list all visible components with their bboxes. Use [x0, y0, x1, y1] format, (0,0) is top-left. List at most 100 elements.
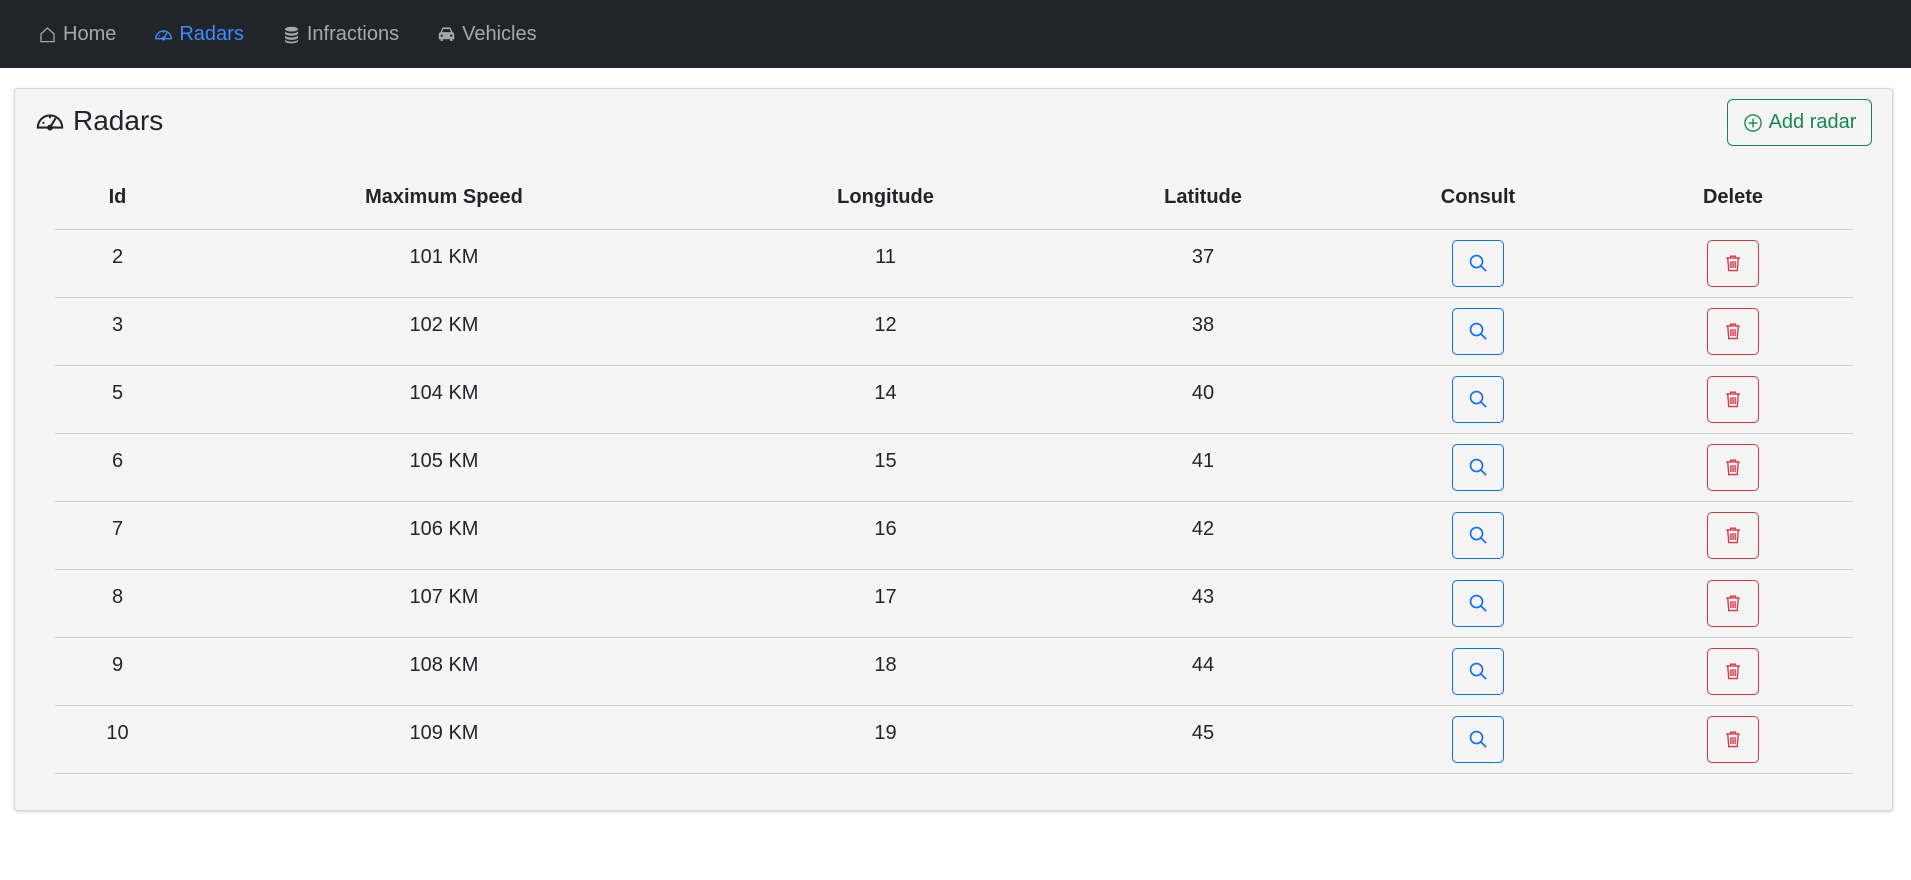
table-row: 3 102 KM 12 38: [55, 297, 1853, 366]
consult-button[interactable]: [1452, 511, 1504, 559]
cell-id: 5: [55, 365, 180, 434]
cell-latitude: 45: [1063, 705, 1343, 774]
consult-button[interactable]: [1452, 375, 1504, 423]
search-icon: [1468, 593, 1488, 613]
consult-button[interactable]: [1452, 715, 1504, 763]
cell-delete: [1613, 705, 1853, 774]
cell-id: 6: [55, 433, 180, 502]
cell-consult: [1343, 365, 1613, 434]
cell-latitude: 38: [1063, 297, 1343, 366]
cell-longitude: 17: [708, 569, 1063, 638]
cell-latitude: 43: [1063, 569, 1343, 638]
search-icon: [1468, 661, 1488, 681]
cell-delete: [1613, 433, 1853, 502]
cell-consult: [1343, 433, 1613, 502]
search-icon: [1468, 525, 1488, 545]
speedometer-icon: [154, 25, 173, 44]
table-header-row: Id Maximum Speed Longitude Latitude Cons…: [55, 167, 1853, 230]
column-header-id: Id: [55, 167, 180, 230]
cell-latitude: 41: [1063, 433, 1343, 502]
cell-latitude: 37: [1063, 229, 1343, 298]
nav-item-radars[interactable]: Radars: [154, 22, 244, 46]
speedometer-icon: [35, 106, 65, 136]
trash-icon: [1723, 593, 1743, 613]
column-header-latitude: Latitude: [1063, 167, 1343, 230]
column-header-maximum-speed: Maximum Speed: [180, 167, 708, 230]
cell-delete: [1613, 637, 1853, 706]
consult-button[interactable]: [1452, 239, 1504, 287]
page-title: Radars: [73, 105, 164, 136]
trash-icon: [1723, 661, 1743, 681]
trash-icon: [1723, 253, 1743, 273]
table-row: 10 109 KM 19 45: [55, 705, 1853, 774]
car-icon: [437, 25, 456, 44]
radars-card: Radars Add radar Id Maximum Speed Longit…: [14, 88, 1893, 811]
cell-maximum-speed: 104 KM: [180, 365, 708, 434]
card-header: Radars: [35, 105, 163, 137]
table-row: 7 106 KM 16 42: [55, 501, 1853, 570]
cell-consult: [1343, 229, 1613, 298]
nav-item-vehicles[interactable]: Vehicles: [437, 23, 537, 46]
radars-table: Id Maximum Speed Longitude Latitude Cons…: [55, 167, 1853, 774]
cell-id: 9: [55, 637, 180, 706]
delete-button[interactable]: [1707, 307, 1759, 355]
cell-latitude: 44: [1063, 637, 1343, 706]
delete-button[interactable]: [1707, 239, 1759, 287]
delete-button[interactable]: [1707, 511, 1759, 559]
nav-item-label: Home: [63, 22, 117, 45]
trash-icon: [1723, 321, 1743, 341]
cell-longitude: 15: [708, 433, 1063, 502]
nav-item-label: Radars: [179, 22, 244, 45]
nav-item-home[interactable]: Home: [38, 23, 116, 46]
search-icon: [1468, 253, 1488, 273]
table-row: 8 107 KM 17 43: [55, 569, 1853, 638]
cell-maximum-speed: 101 KM: [180, 229, 708, 298]
column-header-consult: Consult: [1343, 167, 1613, 230]
add-radar-label: Add radar: [1768, 111, 1857, 133]
trash-icon: [1723, 729, 1743, 749]
consult-button[interactable]: [1452, 443, 1504, 491]
search-icon: [1468, 729, 1488, 749]
nav-item-infractions[interactable]: Infractions: [282, 23, 399, 46]
delete-button[interactable]: [1707, 647, 1759, 695]
table-row: 2 101 KM 11 37: [55, 229, 1853, 298]
cell-consult: [1343, 705, 1613, 774]
table-row: 9 108 KM 18 44: [55, 637, 1853, 706]
cell-delete: [1613, 297, 1853, 366]
house-icon: [38, 25, 57, 44]
add-radar-button[interactable]: Add radar: [1727, 99, 1872, 146]
cell-longitude: 18: [708, 637, 1063, 706]
table-row: 6 105 KM 15 41: [55, 433, 1853, 502]
nav-item-label: Infractions: [306, 22, 400, 45]
trash-icon: [1723, 525, 1743, 545]
cell-consult: [1343, 297, 1613, 366]
cell-id: 10: [55, 705, 180, 774]
column-header-delete: Delete: [1613, 167, 1853, 230]
consult-button[interactable]: [1452, 647, 1504, 695]
delete-button[interactable]: [1707, 715, 1759, 763]
cell-delete: [1613, 569, 1853, 638]
cell-id: 2: [55, 229, 180, 298]
cell-maximum-speed: 107 KM: [180, 569, 708, 638]
delete-button[interactable]: [1707, 375, 1759, 423]
database-icon: [282, 25, 301, 44]
consult-button[interactable]: [1452, 579, 1504, 627]
table-row: 5 104 KM 14 40: [55, 365, 1853, 434]
cell-maximum-speed: 106 KM: [180, 501, 708, 570]
cell-longitude: 12: [708, 297, 1063, 366]
cell-id: 8: [55, 569, 180, 638]
cell-longitude: 16: [708, 501, 1063, 570]
cell-maximum-speed: 102 KM: [180, 297, 708, 366]
delete-button[interactable]: [1707, 443, 1759, 491]
plus-circle-icon: [1743, 113, 1763, 133]
cell-maximum-speed: 109 KM: [180, 705, 708, 774]
cell-id: 7: [55, 501, 180, 570]
cell-consult: [1343, 637, 1613, 706]
top-navbar: Home Radars Infractions Vehicles: [0, 0, 1911, 68]
table-body: 2 101 KM 11 37 3 102 KM 12 38 5 104 KM 14 40 6 105 KM…: [55, 229, 1853, 774]
consult-button[interactable]: [1452, 307, 1504, 355]
cell-longitude: 11: [708, 229, 1063, 298]
column-header-longitude: Longitude: [708, 167, 1063, 230]
delete-button[interactable]: [1707, 579, 1759, 627]
search-icon: [1468, 389, 1488, 409]
